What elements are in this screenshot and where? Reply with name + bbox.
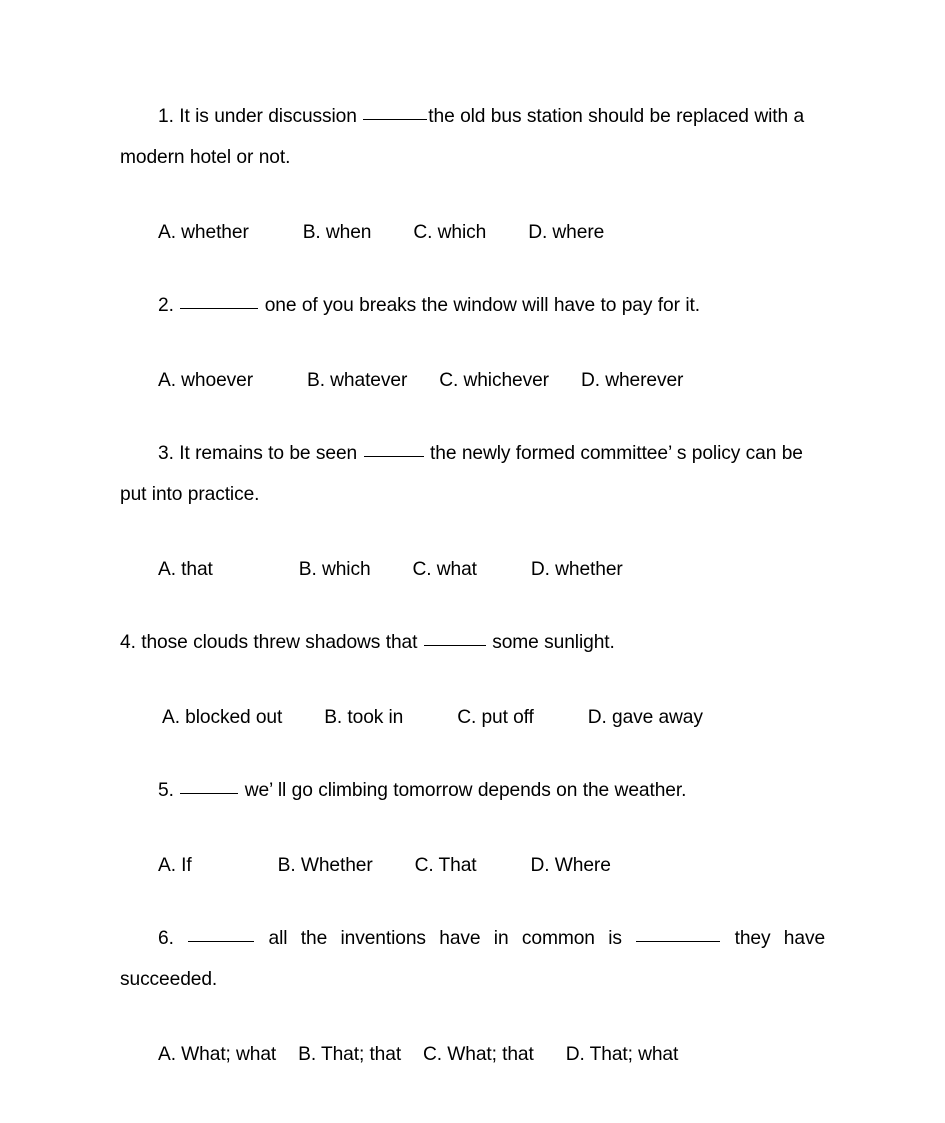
worksheet-content: 1. It is under discussion the old bus st… <box>120 96 825 1075</box>
option-label: B. <box>298 559 317 580</box>
question-1-number: 1. <box>158 106 174 127</box>
question-4-blank[interactable] <box>423 630 486 646</box>
question-5-stem: 5. we’ ll go climbing tomorrow depends o… <box>120 770 825 811</box>
question-3-blank[interactable] <box>363 441 424 457</box>
option-text[interactable]: whichever <box>463 370 549 391</box>
question-5-options: A. If B. Whether C. That D. Where <box>120 845 825 886</box>
option-text[interactable]: If <box>181 855 192 876</box>
option-label: D. <box>528 222 548 243</box>
option-text[interactable]: gave away <box>612 707 703 728</box>
option-label: D. <box>580 370 600 391</box>
question-3-options: A. that B. which C. what D. whether <box>120 549 825 590</box>
question-2-blank[interactable] <box>180 293 259 309</box>
question-6-blank-2[interactable] <box>636 926 721 942</box>
question-5-number: 5. <box>158 780 174 801</box>
option-label: A. <box>158 1044 176 1065</box>
question-1-options: A. whether B. when C. which D. where <box>120 212 825 253</box>
question-5: 5. we’ ll go climbing tomorrow depends o… <box>120 770 825 811</box>
question-1: 1. It is under discussion the old bus st… <box>120 96 825 178</box>
option-label: D. <box>587 707 607 728</box>
question-4-stem: 4. those clouds threw shadows that some … <box>120 622 825 663</box>
option-label: C. <box>457 707 477 728</box>
option-text[interactable]: which <box>438 222 487 243</box>
option-text[interactable]: That; that <box>321 1044 401 1065</box>
option-label: D. <box>530 855 550 876</box>
question-3: 3. It remains to be seen the newly forme… <box>120 433 825 515</box>
question-1-blank[interactable] <box>363 104 428 120</box>
question-2-options: A. whoever B. whatever C. whichever D. wher… <box>120 360 825 401</box>
question-6-number: 6. <box>158 928 174 949</box>
question-3-stem: 3. It remains to be seen the newly forme… <box>120 433 825 515</box>
option-label: A. <box>158 222 176 243</box>
option-text[interactable]: That <box>439 855 477 876</box>
question-4-number: 4. <box>120 632 136 653</box>
option-text[interactable]: where <box>552 222 604 243</box>
option-label: C. <box>414 855 434 876</box>
option-label: C. <box>439 370 459 391</box>
question-6-blank-1[interactable] <box>188 926 255 942</box>
question-5-blank[interactable] <box>180 778 239 794</box>
option-label: B. <box>298 1044 317 1065</box>
option-label: A. <box>158 559 176 580</box>
option-label: B. <box>302 222 321 243</box>
question-6-stem: 6. all the inventions have in common is … <box>120 918 825 1000</box>
option-text[interactable]: put off <box>481 707 533 728</box>
option-text[interactable]: Where <box>555 855 611 876</box>
question-1-stem-before: It is under discussion <box>179 106 357 127</box>
option-label: A. <box>158 370 176 391</box>
option-text[interactable]: Whether <box>301 855 373 876</box>
option-label: D. <box>530 559 550 580</box>
option-label: B. <box>324 707 343 728</box>
option-text[interactable]: blocked out <box>185 707 282 728</box>
option-label: C. <box>423 1044 443 1065</box>
option-text[interactable]: whoever <box>181 370 253 391</box>
question-6-stem-middle: all the inventions have in common is <box>268 928 622 949</box>
option-text[interactable]: wherever <box>605 370 683 391</box>
option-text[interactable]: whether <box>181 222 249 243</box>
question-2: 2. one of you breaks the window will hav… <box>120 285 825 326</box>
option-label: B. <box>307 370 325 391</box>
question-1-stem: 1. It is under discussion the old bus st… <box>120 96 825 178</box>
option-text[interactable]: when <box>326 222 372 243</box>
option-label: C. <box>413 222 433 243</box>
option-text[interactable]: What; what <box>181 1044 276 1065</box>
option-text[interactable]: which <box>322 559 371 580</box>
question-4-stem-after: some sunlight. <box>492 632 615 653</box>
option-text[interactable]: what <box>437 559 477 580</box>
option-label: A. <box>158 855 176 876</box>
question-3-stem-before: It remains to be seen <box>179 443 358 464</box>
option-text[interactable]: that <box>181 559 213 580</box>
question-6-options: A. What; what B. That; that C. What; that D… <box>120 1034 825 1075</box>
worksheet-page: 1. It is under discussion the old bus st… <box>0 0 945 1123</box>
question-5-stem-after: we’ ll go climbing tomorrow depends on t… <box>244 780 687 801</box>
option-text[interactable]: whether <box>555 559 623 580</box>
question-2-number: 2. <box>158 295 174 316</box>
option-text[interactable]: That; what <box>590 1044 679 1065</box>
option-label: A. <box>162 707 180 728</box>
option-text[interactable]: What; that <box>447 1044 534 1065</box>
option-label: D. <box>565 1044 585 1065</box>
question-2-stem-after: one of you breaks the window will have t… <box>264 295 700 316</box>
question-4: 4. those clouds threw shadows that some … <box>120 622 825 663</box>
question-4-options: A. blocked out B. took in C. put off D. gav… <box>120 697 825 738</box>
option-label: C. <box>412 559 432 580</box>
option-text[interactable]: whatever <box>330 370 407 391</box>
question-6: 6. all the inventions have in common is … <box>120 918 825 1000</box>
question-4-stem-before: those clouds threw shadows that <box>141 632 418 653</box>
question-2-stem: 2. one of you breaks the window will hav… <box>120 285 825 326</box>
option-label: B. <box>277 855 296 876</box>
option-text[interactable]: took in <box>347 707 403 728</box>
question-3-number: 3. <box>158 443 174 464</box>
